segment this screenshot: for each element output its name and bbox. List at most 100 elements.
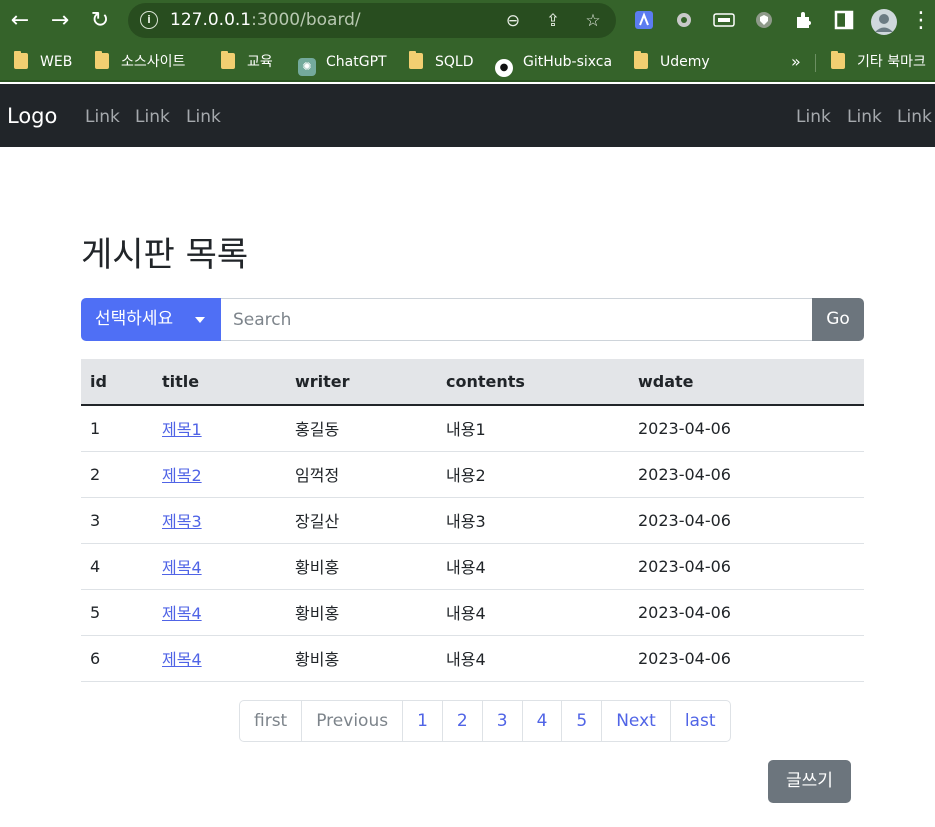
cell-id: 4 (81, 543, 153, 590)
bookmark-label: WEB (40, 54, 73, 70)
column-header-wdate: wdate (629, 359, 864, 406)
navbar-brand[interactable]: Logo (7, 103, 57, 129)
forward-arrow-icon[interactable]: → (46, 7, 74, 35)
cell-contents: 내용1 (437, 405, 629, 452)
bookmark-label: Udemy (660, 54, 710, 70)
site-info-icon[interactable]: i (140, 11, 158, 29)
page-5[interactable]: 5 (561, 701, 601, 741)
post-title-link[interactable]: 제목2 (162, 466, 202, 485)
bookmark-chatgpt[interactable]: ✺ ChatGPT (298, 50, 387, 76)
cell-writer: 황비홍 (286, 635, 437, 682)
column-header-id: id (81, 359, 153, 406)
cell-title: 제목4 (153, 635, 286, 682)
page-title: 게시판 목록 (81, 235, 249, 275)
extension-boj-icon[interactable] (712, 9, 736, 33)
address-bar[interactable]: i 127.0.0.1:3000/board/ ⊖ ⇪ ☆ (128, 3, 616, 38)
nav-link-left-1[interactable]: Link (85, 106, 120, 128)
write-post-button[interactable]: 글쓰기 (768, 760, 851, 803)
cell-writer: 황비홍 (286, 543, 437, 590)
cell-contents: 내용4 (437, 543, 629, 590)
chatgpt-icon: ✺ (298, 58, 316, 76)
bookmark-label: ChatGPT (326, 54, 387, 70)
github-icon: ● (495, 59, 513, 77)
nav-link-right-2[interactable]: Link (847, 106, 882, 128)
table-row: 6 제목4 황비홍 내용4 2023-04-06 (81, 635, 864, 682)
cell-wdate: 2023-04-06 (629, 635, 864, 682)
page-4[interactable]: 4 (521, 701, 562, 741)
folder-icon (409, 51, 423, 69)
search-input[interactable] (221, 298, 813, 341)
bookmark-label: SQLD (435, 54, 474, 70)
bookmark-udemy[interactable]: Udemy (634, 50, 710, 74)
cell-contents: 내용2 (437, 451, 629, 498)
cell-wdate: 2023-04-06 (629, 589, 864, 636)
table-row: 4 제목4 황비홍 내용4 2023-04-06 (81, 543, 864, 590)
cell-id: 6 (81, 635, 153, 682)
browser-menu-icon[interactable]: ⋮ (910, 7, 932, 35)
nav-link-left-3[interactable]: Link (186, 106, 221, 128)
category-dropdown-button[interactable]: 선택하세요 (81, 298, 221, 341)
address-url[interactable]: 127.0.0.1:3000/board/ (170, 10, 361, 31)
page-3[interactable]: 3 (481, 701, 522, 741)
nav-link-right-3[interactable]: Link (897, 106, 932, 128)
side-panel-icon[interactable] (832, 9, 856, 33)
bookmark-star-icon[interactable]: ☆ (582, 10, 604, 32)
cell-id: 3 (81, 497, 153, 544)
post-title-link[interactable]: 제목4 (162, 650, 202, 669)
nav-link-left-2[interactable]: Link (135, 106, 170, 128)
bookmark-other[interactable]: 기타 북마크 (831, 50, 926, 74)
folder-icon (831, 51, 845, 69)
share-icon[interactable]: ⇪ (542, 10, 564, 32)
cell-title: 제목3 (153, 497, 286, 544)
table-header-row: id title writer contents wdate (81, 359, 864, 406)
go-button[interactable]: Go (812, 298, 864, 341)
cell-contents: 내용3 (437, 497, 629, 544)
bookmark-label: GitHub-sixca (523, 54, 613, 70)
cell-id: 2 (81, 451, 153, 498)
navbar: Logo Link Link Link Link Link Link (0, 84, 935, 147)
extension-k-icon[interactable] (632, 9, 656, 33)
bookmark-education[interactable]: 교육 (221, 50, 273, 74)
bookmark-label: 소스사이트 (121, 54, 186, 70)
bookmark-sqld[interactable]: SQLD (409, 50, 474, 74)
cell-writer: 홍길동 (286, 405, 437, 452)
browser-toolbar: ← → ↻ i 127.0.0.1:3000/board/ ⊖ ⇪ ☆ ⋮ (0, 0, 935, 42)
post-title-link[interactable]: 제목4 (162, 558, 202, 577)
page-previous[interactable]: Previous (301, 701, 402, 741)
reload-icon[interactable]: ↻ (86, 7, 114, 35)
cell-id: 5 (81, 589, 153, 636)
column-header-contents: contents (437, 359, 629, 406)
bookmark-github[interactable]: ● GitHub-sixca (495, 50, 613, 77)
bookmarks-overflow-button[interactable]: » (791, 50, 801, 74)
board-table: id title writer contents wdate 1 제목1 홍길동… (81, 359, 864, 682)
post-title-link[interactable]: 제목3 (162, 512, 202, 531)
dropdown-label: 선택하세요 (95, 309, 174, 329)
zoom-icon[interactable]: ⊖ (502, 10, 524, 32)
url-host: 127.0.0.1 (170, 10, 252, 30)
column-header-title: title (153, 359, 286, 406)
extension-gear-icon[interactable] (672, 9, 696, 33)
post-title-link[interactable]: 제목4 (162, 604, 202, 623)
post-title-link[interactable]: 제목1 (162, 420, 202, 439)
profile-avatar[interactable] (871, 9, 897, 35)
folder-icon (95, 51, 109, 69)
cell-wdate: 2023-04-06 (629, 497, 864, 544)
table-row: 5 제목4 황비홍 내용4 2023-04-06 (81, 589, 864, 636)
cell-title: 제목4 (153, 589, 286, 636)
extension-shield-icon[interactable] (752, 9, 776, 33)
nav-link-right-1[interactable]: Link (796, 106, 831, 128)
back-arrow-icon[interactable]: ← (6, 7, 34, 35)
page-next[interactable]: Next (601, 701, 670, 741)
page-first[interactable]: first (240, 701, 301, 741)
bookmark-label: 기타 북마크 (857, 54, 926, 70)
cell-contents: 내용4 (437, 635, 629, 682)
bookmark-web[interactable]: WEB (14, 50, 72, 74)
bookmark-source-sites[interactable]: 소스사이트 (95, 50, 185, 74)
search-group: 선택하세요 Go (81, 298, 864, 341)
bookmarks-divider (815, 54, 816, 72)
extensions-puzzle-icon[interactable] (792, 9, 816, 33)
page-2[interactable]: 2 (441, 701, 482, 741)
page-1[interactable]: 1 (402, 701, 442, 741)
table-row: 1 제목1 홍길동 내용1 2023-04-06 (81, 405, 864, 452)
page-last[interactable]: last (669, 701, 730, 741)
